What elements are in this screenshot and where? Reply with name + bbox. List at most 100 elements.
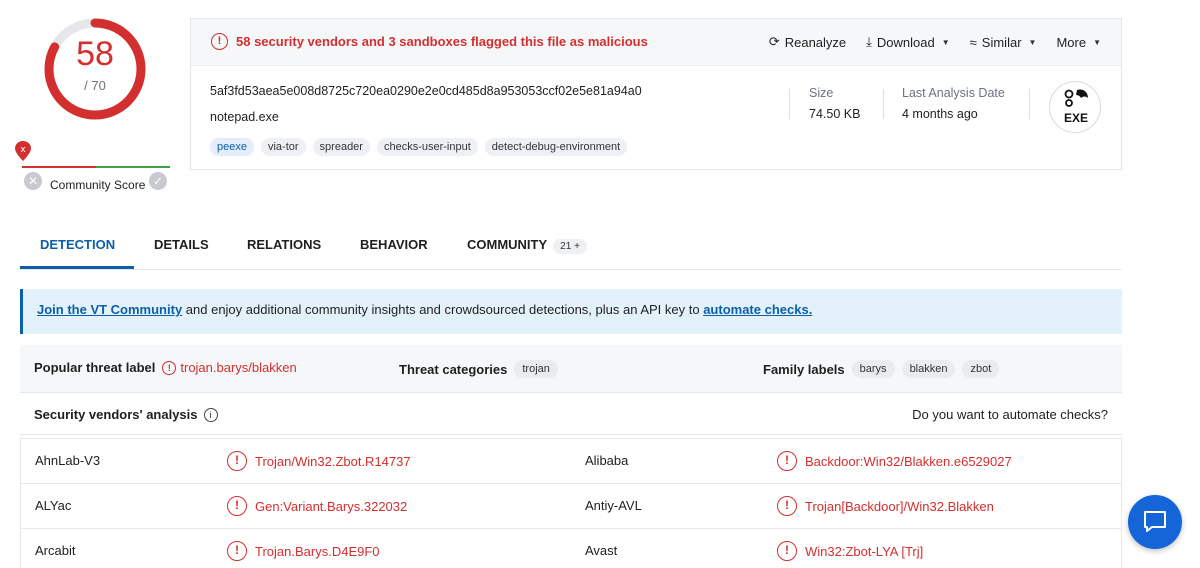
community-bar-positive	[96, 166, 170, 168]
vendor-name: Avast	[585, 543, 618, 558]
vendor-name: Antiy-AVL	[585, 498, 642, 513]
vote-harmless-button[interactable]: ✓	[149, 172, 167, 190]
reanalyze-label: Reanalyze	[784, 34, 847, 50]
vendor-detection: ! Trojan[Backdoor]/Win32.Blakken	[777, 496, 994, 516]
active-tab-indicator	[20, 266, 134, 269]
detection-label: Backdoor:Win32/Blakken.e6529027	[805, 453, 1012, 469]
malicious-alert: ! 58 security vendors and 3 sandboxes fl…	[211, 33, 648, 50]
popular-threat-value[interactable]: ! trojan.barys/blakken	[162, 360, 297, 375]
community-banner: Join the VT Community and enjoy addition…	[20, 289, 1122, 334]
tag-peexe[interactable]: peexe	[210, 138, 254, 156]
download-icon: ⤓	[866, 34, 872, 49]
download-button[interactable]: ⤓ Download ▼	[866, 34, 950, 50]
family-labels: Family labels barys blakken zbot	[763, 360, 1000, 378]
tab-relations[interactable]: RELATIONS	[247, 237, 321, 252]
size-label: Size	[809, 86, 834, 100]
divider	[883, 89, 884, 119]
alert-icon: !	[162, 360, 177, 375]
card-header: ! 58 security vendors and 3 sandboxes fl…	[191, 19, 1121, 66]
file-tags: peexe via-tor spreader checks-user-input…	[210, 138, 628, 156]
file-summary-card: ! 58 security vendors and 3 sandboxes fl…	[190, 18, 1122, 170]
family-chip[interactable]: blakken	[901, 360, 956, 378]
detection-count: 58	[76, 35, 114, 73]
chat-bubble-icon	[1144, 511, 1166, 532]
reanalyze-button[interactable]: ⟳ Reanalyze	[769, 34, 846, 50]
detection-label: Win32:Zbot-LYA [Trj]	[805, 543, 924, 559]
detection-total: / 70	[84, 78, 106, 93]
similar-label: Similar	[981, 34, 1022, 50]
tab-behavior[interactable]: BEHAVIOR	[360, 237, 428, 252]
tab-community-label: COMMUNITY	[467, 237, 548, 252]
alert-icon: !	[227, 451, 247, 471]
report-tabs: DETECTION DETAILS RELATIONS BEHAVIOR COM…	[20, 222, 1122, 270]
community-score-label: Community Score	[50, 178, 146, 192]
community-score: x ✕ Community Score ✓	[15, 140, 172, 196]
popular-threat-heading: Popular threat label	[34, 360, 156, 375]
chevron-down-icon: ▼	[941, 37, 950, 47]
similar-icon: ≈	[969, 34, 977, 50]
file-hash[interactable]: 5af3fd53aea5e008d8725c720ea0290e2e0cd485…	[210, 84, 642, 98]
vendor-detection: ! Win32:Zbot-LYA [Trj]	[777, 541, 923, 561]
file-type-badge: EXE	[1049, 81, 1101, 133]
tab-detection[interactable]: DETECTION	[40, 237, 115, 252]
alert-icon: !	[777, 451, 797, 471]
size-value: 74.50 KB	[809, 107, 861, 121]
family-labels-heading: Family labels	[763, 361, 845, 377]
vendors-table: AhnLab-V3 ! Trojan/Win32.Zbot.R14737 Alib…	[20, 438, 1122, 568]
join-community-link[interactable]: Join the VT Community	[37, 302, 182, 317]
community-bar-negative	[22, 166, 96, 168]
alert-icon: !	[777, 541, 797, 561]
vendor-name: ALYac	[35, 498, 72, 513]
file-name: notepad.exe	[210, 110, 279, 124]
table-row: AhnLab-V3 ! Trojan/Win32.Zbot.R14737 Alib…	[21, 439, 1121, 484]
gears-icon	[1064, 89, 1088, 107]
community-count-badge: 21 +	[553, 239, 587, 254]
detection-label: Trojan.Barys.D4E9F0	[255, 543, 380, 559]
file-actions: ⟳ Reanalyze ⤓ Download ▼ ≈ Similar ▼ Mor…	[769, 34, 1101, 50]
alert-icon: !	[211, 33, 228, 50]
alert-text: 58 security vendors and 3 sandboxes flag…	[236, 34, 648, 49]
chevron-down-icon: ▼	[1093, 37, 1101, 47]
vendor-name: AhnLab-V3	[35, 453, 101, 468]
alert-icon: !	[227, 541, 247, 561]
more-button[interactable]: More ▼	[1056, 34, 1101, 50]
automate-checks-prompt[interactable]: Do you want to automate checks?	[912, 407, 1108, 422]
vote-harmful-button[interactable]: ✕	[24, 172, 42, 190]
divider	[1029, 89, 1030, 119]
automate-checks-link[interactable]: automate checks.	[703, 302, 812, 317]
detection-label: Gen:Variant.Barys.322032	[255, 498, 408, 514]
vendors-title: Security vendors' analysis i	[34, 407, 218, 422]
table-row: ALYac ! Gen:Variant.Barys.322032 Antiy-AV…	[21, 484, 1121, 529]
tag-detect-debug-environment[interactable]: detect-debug-environment	[484, 138, 628, 156]
vendor-name: Alibaba	[585, 453, 629, 468]
family-chip[interactable]: barys	[851, 360, 895, 378]
date-label: Last Analysis Date	[902, 86, 1005, 100]
tag-via-tor[interactable]: via-tor	[260, 138, 306, 156]
date-value: 4 months ago	[902, 107, 978, 121]
refresh-icon: ⟳	[768, 34, 780, 49]
vendors-title-text: Security vendors' analysis	[34, 407, 198, 422]
threat-categories: Threat categories trojan	[399, 360, 558, 378]
table-row: Arcabit ! Trojan.Barys.D4E9F0 Avast ! Win3…	[21, 529, 1121, 568]
tag-spreader[interactable]: spreader	[312, 138, 370, 156]
info-icon[interactable]: i	[203, 407, 218, 422]
vendor-name: Arcabit	[35, 543, 76, 558]
family-chip[interactable]: zbot	[962, 360, 1000, 378]
popular-threat-text: trojan.barys/blakken	[180, 360, 297, 375]
map-pin-icon: x	[15, 141, 31, 161]
vendor-detection: ! Gen:Variant.Barys.322032	[227, 496, 407, 516]
vendors-header: Security vendors' analysis i Do you want…	[20, 399, 1122, 435]
detection-label: Trojan[Backdoor]/Win32.Blakken	[805, 498, 994, 514]
alert-icon: !	[777, 496, 797, 516]
category-chip[interactable]: trojan	[514, 360, 558, 378]
similar-button[interactable]: ≈ Similar ▼	[970, 34, 1037, 50]
chat-button[interactable]	[1128, 495, 1182, 549]
svg-text:x: x	[20, 145, 26, 155]
detection-label: Trojan/Win32.Zbot.R14737	[255, 453, 411, 469]
tab-community[interactable]: COMMUNITY 21 +	[467, 237, 587, 254]
vendor-detection: ! Trojan/Win32.Zbot.R14737	[227, 451, 411, 471]
last-analysis-date: Last Analysis Date 4 months ago	[902, 86, 1005, 121]
tab-details[interactable]: DETAILS	[154, 237, 209, 252]
tag-checks-user-input[interactable]: checks-user-input	[376, 138, 478, 156]
detection-score-gauge: 58 / 70	[43, 17, 147, 121]
